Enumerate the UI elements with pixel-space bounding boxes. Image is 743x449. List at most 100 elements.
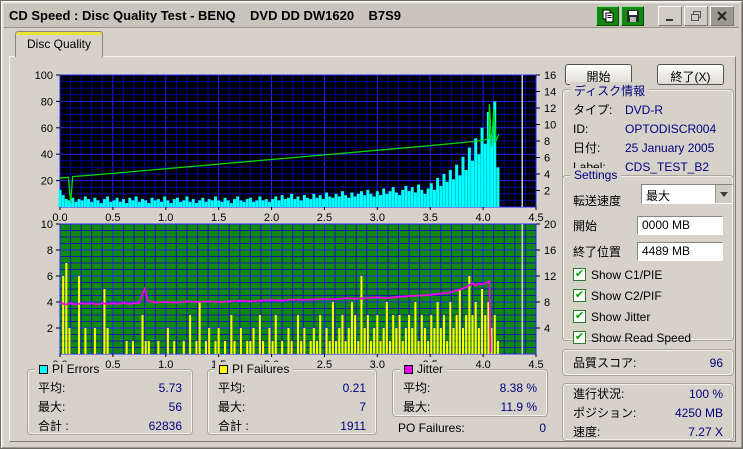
svg-text:12: 12	[544, 271, 556, 283]
pi-failures-jitter-chart: 108642201612840.00.51.01.52.02.53.03.54.…	[41, 219, 557, 371]
max-value: 7	[359, 399, 366, 414]
svg-text:4: 4	[544, 323, 550, 335]
avg-label: 平均:	[403, 381, 431, 395]
window-title: CD Speed : Disc Quality Test - BENQ DVD …	[9, 8, 402, 23]
pi-failures-legend: PI Failures 平均: 0.21 最大: 7 合計 : 1911	[207, 362, 377, 435]
max-label: 最大:	[38, 400, 66, 414]
disc-type-value: DVD-R	[625, 102, 663, 117]
tab-page: 100 80 60 40 20 16 14 12 10 8 6 4 2 0.0 0.5 1.0 1.5 2.0 2.…	[9, 56, 736, 442]
progress-value: 100 %	[688, 386, 723, 401]
chevron-down-icon[interactable]	[715, 185, 732, 203]
checkbox-label: Show Jitter	[591, 309, 651, 324]
disc-date-label: 日付:	[573, 141, 601, 155]
svg-text:12: 12	[544, 103, 556, 115]
total-label: 合計 :	[218, 419, 249, 433]
checkbox-icon: ✔	[573, 331, 586, 344]
svg-text:10: 10	[41, 219, 53, 231]
start-position-row: 開始 0000 MB	[573, 212, 723, 238]
pi-errors-caption: PI Errors	[35, 362, 104, 376]
max-value: 11.9 %	[500, 399, 537, 414]
checkbox-icon: ✔	[573, 289, 586, 302]
position-row: ポジション: 4250 MB	[573, 403, 723, 422]
avg-label: 平均:	[38, 381, 66, 395]
disc-date-value: 25 January 2005	[625, 140, 715, 155]
total-value: 1911	[340, 418, 366, 433]
end-position-field[interactable]: 4489 MB	[637, 241, 723, 261]
progress-box: 進行状況: 100 % ポジション: 4250 MB 速度: 7.27 X	[562, 383, 734, 441]
position-label: ポジション:	[573, 406, 637, 420]
avg-value: 8.38 %	[499, 380, 537, 395]
checkbox-label: Show Read Speed	[591, 330, 692, 345]
minimize-icon[interactable]	[658, 5, 682, 26]
disc-info-caption: ディスク情報	[570, 82, 650, 99]
svg-text:80: 80	[41, 96, 53, 108]
close-icon[interactable]	[710, 5, 734, 26]
svg-text:2: 2	[544, 186, 550, 198]
checkbox-show-jitter[interactable]: ✔ Show Jitter	[573, 306, 723, 327]
pi-errors-legend: PI Errors 平均: 5.73 最大: 56 合計 : 62836	[27, 362, 193, 435]
po-failures-label: PO Failures:	[398, 421, 465, 435]
checkbox-icon: ✔	[573, 310, 586, 323]
po-failures-value: 0	[539, 421, 546, 435]
svg-text:2: 2	[47, 323, 53, 335]
checkbox-label: Show C1/PIE	[591, 267, 663, 282]
disc-type-label: タイプ:	[573, 103, 613, 117]
speed-value: 7.27 X	[688, 424, 723, 439]
transfer-speed-combo[interactable]: 最大	[641, 184, 733, 204]
jitter-legend: Jitter 平均: 8.38 % 最大: 11.9 %	[392, 362, 548, 417]
jitter-swatch	[404, 364, 413, 374]
start-position-label: 開始	[573, 218, 598, 233]
pi-errors-swatch	[39, 364, 48, 374]
copy-icon[interactable]	[596, 5, 619, 26]
speed-label: 速度:	[573, 425, 601, 439]
end-position-label: 終了位置	[573, 244, 622, 259]
avg-label: 平均:	[218, 381, 246, 395]
checkbox-icon: ✔	[573, 268, 586, 281]
total-label: 合計 :	[38, 419, 69, 433]
disc-date-row: 日付: 25 January 2005	[573, 138, 723, 157]
tab-disc-quality[interactable]: Disc Quality	[15, 31, 103, 57]
jitter-caption: Jitter	[400, 362, 448, 376]
quality-score-box: 品質スコア: 96	[562, 349, 734, 376]
svg-text:10: 10	[544, 120, 556, 132]
app-window: CD Speed : Disc Quality Test - BENQ DVD …	[0, 0, 743, 449]
speed-row: 速度: 7.27 X	[573, 422, 723, 441]
start-position-field[interactable]: 0000 MB	[637, 215, 723, 235]
settings-group: Settings 転送速度 開始 0000 MB 終了位置 4489 MB ✔ …	[562, 168, 734, 366]
checkbox-show-c1-pie[interactable]: ✔ Show C1/PIE	[573, 264, 723, 285]
exit-button[interactable]: 終了(X)	[657, 64, 724, 85]
svg-text:14: 14	[544, 87, 556, 99]
save-icon[interactable]	[621, 5, 644, 26]
disc-label-value: CDS_TEST_B2	[625, 159, 710, 174]
svg-text:16: 16	[544, 70, 556, 82]
svg-text:20: 20	[544, 219, 556, 231]
svg-text:40: 40	[41, 149, 53, 161]
svg-text:6: 6	[47, 271, 53, 283]
quality-score-value: 96	[709, 355, 723, 370]
max-label: 最大:	[403, 400, 431, 414]
svg-text:20: 20	[41, 176, 53, 188]
svg-text:8: 8	[544, 297, 550, 309]
svg-text:60: 60	[41, 123, 53, 135]
pi-errors-read-speed-chart: 100806040201614121086420.0 0.5 1.0 1.5 2.0 2.…	[35, 70, 557, 221]
svg-text:8: 8	[47, 245, 53, 257]
total-value: 62836	[148, 418, 182, 433]
checkbox-show-read-speed[interactable]: ✔ Show Read Speed	[573, 327, 723, 348]
max-label: 最大:	[218, 400, 246, 414]
restore-icon[interactable]	[684, 5, 708, 26]
svg-text:100: 100	[35, 70, 53, 82]
progress-row: 進行状況: 100 %	[573, 384, 723, 403]
quality-score-row: 品質スコア: 96	[573, 353, 723, 372]
progress-label: 進行状況:	[573, 387, 625, 401]
svg-text:4: 4	[544, 169, 550, 181]
jitter-title: Jitter	[417, 362, 444, 376]
transfer-speed-label: 転送速度	[573, 193, 622, 208]
svg-text:6: 6	[544, 153, 550, 165]
disc-id-label: ID:	[573, 121, 589, 136]
disc-id-row: ID: OPTODISCR004	[573, 119, 723, 138]
checkbox-show-c2-pif[interactable]: ✔ Show C2/PIF	[573, 285, 723, 306]
pi-failures-swatch	[219, 364, 228, 374]
pi-failures-caption: PI Failures	[215, 362, 294, 376]
pi-failures-title: PI Failures	[232, 362, 290, 376]
settings-caption: Settings	[570, 168, 622, 182]
